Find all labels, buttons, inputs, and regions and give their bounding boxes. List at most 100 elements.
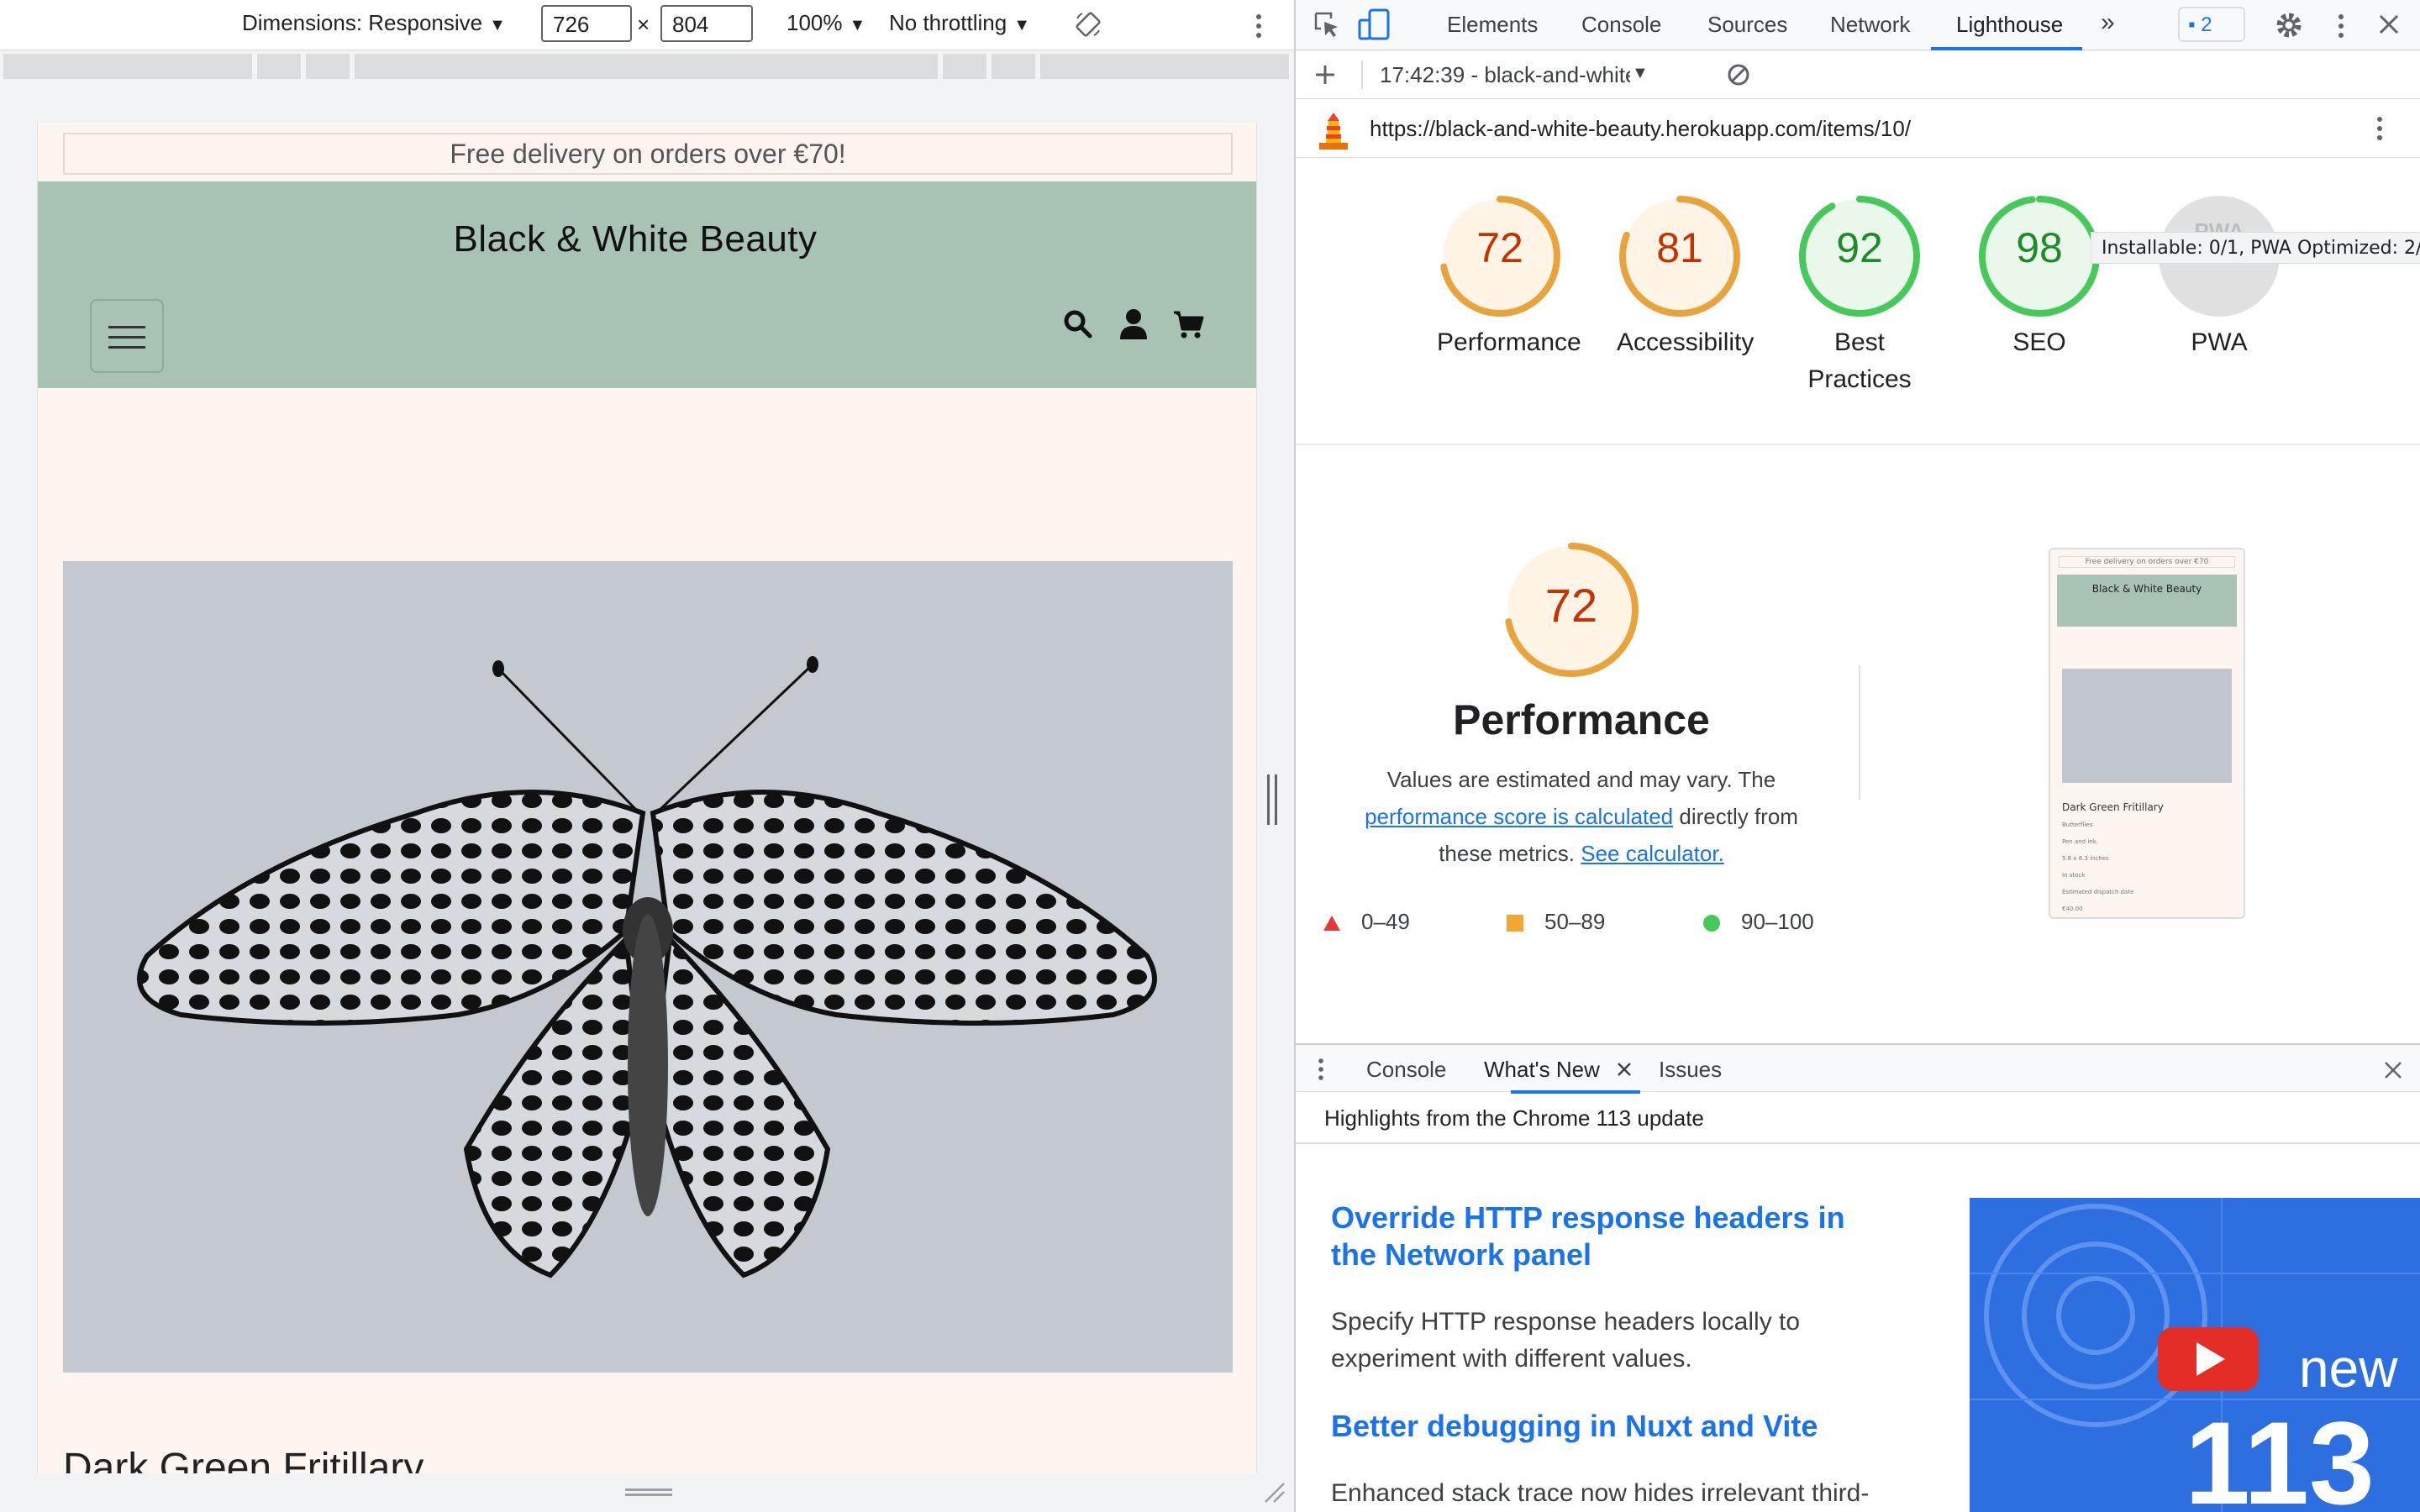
whats-new-subtitle: Highlights from the Chrome 113 update <box>1324 1105 1704 1131</box>
drawer-menu-icon[interactable] <box>1316 1057 1326 1082</box>
feature-description: Enhanced stack trace now hides irrelevan… <box>1331 1475 1936 1512</box>
toolbar-divider <box>1361 60 1363 89</box>
site-title[interactable]: Black & White Beauty <box>38 218 1233 260</box>
final-screenshot-thumbnail[interactable]: Free delivery on orders over €70 Black &… <box>2049 548 2245 919</box>
gauge-best-practices[interactable]: 92 Best Practices <box>1797 193 1923 398</box>
drawer-tab-whats-new[interactable]: What's New <box>1484 1057 1600 1083</box>
pwa-tooltip: Installable: 0/1, PWA Optimized: 2/6 <box>2091 232 2420 264</box>
devtools-tab-bar: Elements Console Sources Network Lightho… <box>1296 0 2420 50</box>
report-url: https://black-and-white-beauty.herokuapp… <box>1370 116 1912 141</box>
tab-sources[interactable]: Sources <box>1707 12 1787 38</box>
gauge-performance[interactable]: 72 Performance <box>1437 193 1581 361</box>
inspect-element-icon[interactable] <box>1313 10 1341 40</box>
close-drawer-icon[interactable] <box>2383 1060 2403 1080</box>
gauge-label: SEO <box>2012 328 2066 356</box>
chevron-down-icon: ▼ <box>1013 16 1030 34</box>
more-tabs-button[interactable]: » <box>2101 8 2115 37</box>
close-devtools-icon[interactable] <box>2378 13 2400 35</box>
gauge-accessibility[interactable]: 81 Accessibility <box>1617 193 1754 361</box>
thumb-promo: Free delivery on orders over €70 <box>2059 556 2235 568</box>
legend-range: 0–49 <box>1361 909 1410 934</box>
width-resize-handle[interactable] <box>1267 774 1279 825</box>
green-circle-icon <box>1703 915 1720 932</box>
report-menu-icon[interactable] <box>2373 114 2386 143</box>
heading-line: the Network panel <box>1331 1237 1592 1272</box>
tab-network[interactable]: Network <box>1830 12 1910 38</box>
clear-reports-icon[interactable] <box>1726 62 1751 87</box>
gauge-score: 92 <box>1836 224 1883 271</box>
media-query-segment[interactable] <box>943 54 986 79</box>
report-selector[interactable]: 17:42:39 - black-and-white-be <box>1380 62 1630 88</box>
width-input[interactable]: 726 <box>541 5 632 42</box>
menu-bar <box>108 346 145 349</box>
thumb-title: Black & White Beauty <box>2091 583 2202 595</box>
performance-title: Performance <box>1453 696 1710 743</box>
body-line: Specify HTTP response headers locally to <box>1331 1308 1801 1336</box>
search-icon[interactable] <box>1061 307 1095 341</box>
gauge-label: Accessibility <box>1617 328 1754 356</box>
menu-toggle-button[interactable] <box>90 299 164 373</box>
menu-bar <box>108 336 145 339</box>
settings-gear-icon[interactable] <box>2274 10 2304 40</box>
gauge-label: PWA <box>2191 328 2248 356</box>
tab-lighthouse[interactable]: Lighthouse <box>1956 12 2063 38</box>
height-resize-handle[interactable] <box>625 1488 672 1497</box>
zoom-dropdown[interactable]: 100% ▼ <box>786 10 865 36</box>
dimensions-dropdown[interactable]: Dimensions: Responsive ▼ <box>242 10 506 36</box>
account-icon[interactable] <box>1117 307 1150 341</box>
tab-console[interactable]: Console <box>1581 12 1661 38</box>
close-tab-icon[interactable] <box>1617 1062 1632 1077</box>
media-query-segment[interactable] <box>3 54 252 79</box>
customize-menu-icon[interactable] <box>2334 12 2348 40</box>
report-url-bar: https://black-and-white-beauty.herokuapp… <box>1296 99 2420 158</box>
orange-square-icon <box>1507 915 1523 932</box>
more-options-icon[interactable] <box>1252 12 1265 40</box>
score-calculation-link[interactable]: performance score is calculated <box>1365 804 1673 829</box>
promo-version-label: 113 <box>2185 1397 2375 1512</box>
product-image[interactable] <box>63 561 1233 1373</box>
calculator-link[interactable]: See calculator. <box>1581 841 1724 866</box>
dimensions-label: Dimensions: Responsive <box>242 10 483 35</box>
gauge-seo[interactable]: 98 SEO <box>1976 193 2102 361</box>
device-toolbar-toggle-icon[interactable] <box>1358 8 1392 40</box>
media-query-segment[interactable] <box>306 54 350 79</box>
media-query-segment[interactable] <box>355 54 938 79</box>
devtools-panel: Elements Console Sources Network Lightho… <box>1294 0 2420 1512</box>
desc-text: these metrics. <box>1439 841 1576 866</box>
height-input[interactable]: 804 <box>660 5 753 42</box>
active-drawer-tab-indicator <box>1511 1090 1640 1094</box>
gauge-pwa[interactable]: PWA PWA <box>2156 193 2282 361</box>
issues-badge[interactable]: ▪ 2 <box>2178 7 2245 42</box>
body-line: Enhanced stack trace now hides irrelevan… <box>1331 1479 1870 1507</box>
legend-range: 90–100 <box>1741 909 1814 934</box>
media-query-segment[interactable] <box>257 54 301 79</box>
menu-bar <box>108 326 145 328</box>
corner-resize-handle[interactable] <box>1262 1480 1286 1504</box>
chevron-down-icon: ▼ <box>849 16 866 34</box>
body-line: experiment with different values. <box>1331 1345 1692 1373</box>
throttling-dropdown[interactable]: No throttling ▼ <box>889 10 1030 36</box>
throttling-label: No throttling <box>889 10 1007 35</box>
chevron-down-icon[interactable]: ▼ <box>1632 64 1649 83</box>
handle-line <box>625 1488 672 1491</box>
feature-heading[interactable]: Override HTTP response headers in the Ne… <box>1331 1200 1936 1273</box>
times-sign: × <box>637 12 650 37</box>
butterfly-illustration <box>63 561 1233 1373</box>
thumb-line: Pen and ink. <box>2062 838 2098 845</box>
drawer-tab-issues[interactable]: Issues <box>1659 1057 1722 1083</box>
cart-icon[interactable] <box>1172 307 1206 341</box>
new-report-icon[interactable] <box>1314 64 1336 86</box>
media-query-segment[interactable] <box>992 54 1035 79</box>
rotate-icon[interactable] <box>1074 10 1102 39</box>
device-emulation-pane: Dimensions: Responsive ▼ 726 × 804 100% ▼ … <box>0 0 1294 1512</box>
whats-new-video-thumbnail[interactable]: new 113 <box>1970 1198 2420 1512</box>
gauge-label: Best Practices <box>1797 324 1923 398</box>
thumb-line: Butterflies <box>2062 822 2093 828</box>
media-query-bar[interactable] <box>0 50 1294 82</box>
drawer-tab-console[interactable]: Console <box>1366 1057 1446 1083</box>
tab-elements[interactable]: Elements <box>1447 12 1538 38</box>
feature-heading[interactable]: Better debugging in Nuxt and Vite <box>1331 1408 1936 1445</box>
media-query-segment[interactable] <box>1040 54 1289 79</box>
issues-count: 2 <box>2201 13 2212 36</box>
gauge-label-line: Best <box>1833 328 1886 356</box>
